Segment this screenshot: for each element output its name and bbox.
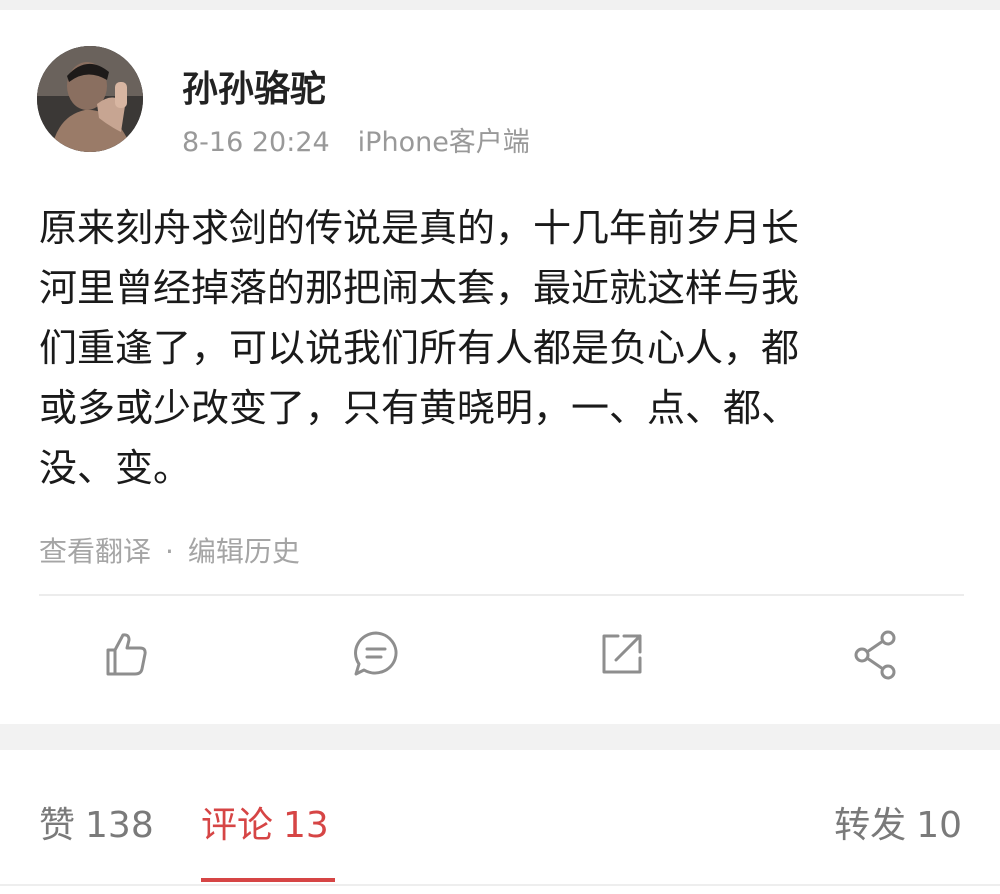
comment-button[interactable] [348, 626, 404, 682]
edit-history-link[interactable]: 编辑历史 [188, 535, 300, 568]
avatar-photo [37, 46, 143, 152]
tab-likes[interactable]: 赞 138 [39, 796, 154, 848]
active-tab-indicator [201, 878, 335, 882]
post-timestamp: 8-16 20:24 [182, 127, 330, 158]
page: 孙孙骆驼 8-16 20:24 iPhone客户端 原来刻舟求剑的传说是真的，十几… [0, 0, 1000, 894]
comment-icon [354, 631, 398, 676]
like-button[interactable] [98, 626, 154, 682]
post-content: 原来刻舟求剑的传说是真的，十几年前岁月长 河里曾经掉落的那把闹太套，最近就这样与… [39, 198, 964, 498]
author-name[interactable]: 孙孙骆驼 [182, 60, 326, 112]
post-card: 孙孙骆驼 8-16 20:24 iPhone客户端 原来刻舟求剑的传说是真的，十几… [0, 10, 1000, 724]
post-client: iPhone客户端 [357, 127, 530, 158]
translate-link[interactable]: 查看翻译 [39, 535, 151, 568]
tabs-bottom-border [0, 884, 1000, 886]
content-line: 没、变。 [39, 446, 192, 490]
repost-icon [602, 634, 642, 674]
link-separator: · [165, 535, 174, 568]
tab-reposts[interactable]: 转发 10 [834, 796, 962, 848]
content-line: 或多或少改变了，只有黄晓明，一、点、都、 [39, 386, 800, 430]
tab-reposts-count: 10 [916, 805, 962, 846]
section-separator [0, 724, 1000, 750]
thumbs-up-icon [106, 633, 147, 676]
content-line: 河里曾经掉落的那把闹太套，最近就这样与我 [39, 266, 800, 310]
content-line: 原来刻舟求剑的传说是真的，十几年前岁月长 [39, 206, 800, 250]
post-meta: 8-16 20:24 iPhone客户端 [182, 120, 530, 159]
interaction-tabs: 赞 138 评论 13 转发 10 [0, 750, 1000, 894]
share-icon [854, 630, 896, 680]
content-line: 们重逢了，可以说我们所有人都是负心人，都 [39, 326, 800, 370]
avatar[interactable] [37, 46, 143, 152]
tab-reposts-label: 转发 [834, 805, 907, 846]
tab-likes-label: 赞 [39, 805, 76, 846]
share-button[interactable] [848, 626, 904, 682]
top-gray-strip [0, 0, 1000, 10]
divider [39, 594, 964, 596]
repost-button[interactable] [594, 626, 650, 682]
tab-comments-count: 13 [283, 805, 329, 846]
tab-comments-label: 评论 [201, 805, 274, 846]
tab-likes-count: 138 [85, 805, 154, 846]
post-links: 查看翻译 · 编辑历史 [39, 530, 300, 570]
tab-comments[interactable]: 评论 13 [201, 796, 329, 848]
